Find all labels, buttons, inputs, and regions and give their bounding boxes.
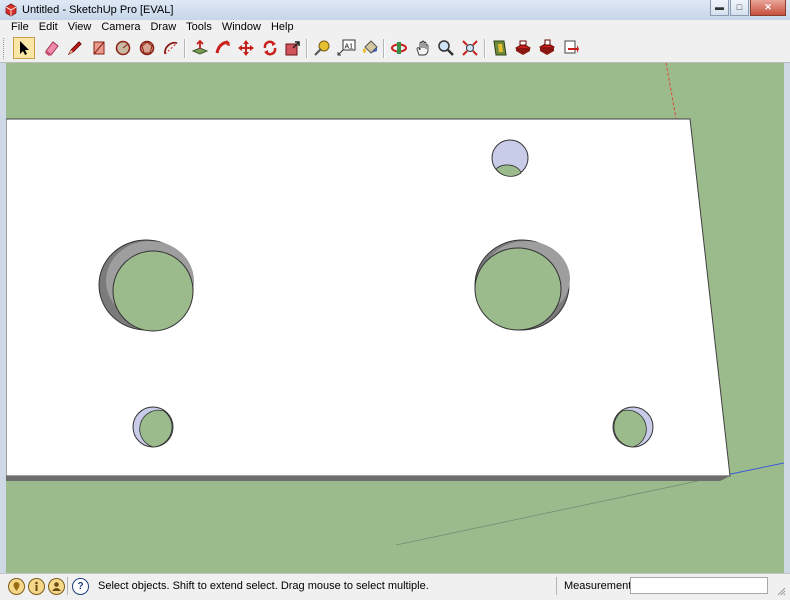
- sketchup-logo-icon: [5, 3, 17, 17]
- select-tool-button[interactable]: [13, 37, 35, 59]
- polygon-tool-button[interactable]: [136, 37, 158, 59]
- svg-text:A1: A1: [345, 44, 354, 51]
- circle-icon: [115, 40, 131, 56]
- close-button[interactable]: ✕: [750, 0, 786, 16]
- user-icon: [52, 582, 61, 591]
- maximize-button[interactable]: □: [730, 0, 749, 16]
- tape-measure-icon: [314, 40, 330, 56]
- menu-edit[interactable]: Edit: [34, 20, 63, 35]
- follow-me-icon: [215, 40, 230, 54]
- arc-icon: [164, 41, 178, 55]
- window-title: Untitled - SketchUp Pro [EVAL]: [22, 4, 174, 16]
- rotate-tool-button[interactable]: [259, 37, 281, 59]
- send-to-layout-tool-button[interactable]: [560, 37, 582, 59]
- rotate-icon: [263, 40, 277, 56]
- layout-icon: [564, 40, 579, 54]
- status-message: Select objects. Shift to extend select. …: [98, 580, 429, 592]
- menu-tools[interactable]: Tools: [181, 20, 217, 35]
- rectangle-tool-button[interactable]: [88, 37, 110, 59]
- model-canvas[interactable]: [6, 63, 784, 573]
- orbit-tool-button[interactable]: [388, 37, 410, 59]
- zoom-tool-button[interactable]: [435, 37, 457, 59]
- drawing-viewport[interactable]: [6, 63, 784, 573]
- pan-tool-button[interactable]: [412, 37, 434, 59]
- move-icon: [238, 40, 254, 56]
- menu-view[interactable]: View: [63, 20, 97, 35]
- measurements-input[interactable]: [630, 577, 768, 594]
- paint-bucket-tool-button[interactable]: [359, 37, 381, 59]
- geolocation-button[interactable]: [8, 578, 25, 595]
- line-tool-button[interactable]: [64, 37, 86, 59]
- share-model-tool-button[interactable]: [512, 37, 534, 59]
- hand-icon: [416, 40, 429, 56]
- maximize-icon: □: [736, 2, 743, 12]
- info-icon: [35, 581, 38, 591]
- circle-tool-button[interactable]: [112, 37, 134, 59]
- menu-window[interactable]: Window: [217, 20, 266, 35]
- zoom-extents-tool-button[interactable]: [459, 37, 481, 59]
- credits-button[interactable]: [28, 578, 45, 595]
- follow-me-tool-button[interactable]: [212, 37, 234, 59]
- status-bar: ? Select objects. Shift to extend select…: [0, 573, 790, 600]
- user-account-button[interactable]: [48, 578, 65, 595]
- tape-measure-tool-button[interactable]: [311, 37, 333, 59]
- share-model-icon: [514, 40, 532, 55]
- title-bar: Untitled - SketchUp Pro [EVAL] ▬ □ ✕: [0, 0, 790, 20]
- pencil-icon: [67, 41, 82, 56]
- large-hole-right[interactable]: [474, 239, 570, 331]
- eraser-icon: [45, 41, 59, 56]
- zoom-extents-icon: [462, 40, 478, 56]
- instructor-help-button[interactable]: ?: [72, 578, 89, 595]
- resize-grip-icon[interactable]: [776, 586, 786, 596]
- geo-location-icon: [13, 582, 20, 591]
- small-hole-bottom-right[interactable]: [612, 406, 654, 448]
- warehouse-tool-button[interactable]: [489, 37, 511, 59]
- arc-tool-button[interactable]: [160, 37, 182, 59]
- magnifier-icon: [438, 40, 454, 56]
- large-hole-left[interactable]: [98, 239, 194, 332]
- scale-tool-button[interactable]: [282, 37, 304, 59]
- small-hole-top[interactable]: [491, 139, 529, 177]
- menu-help[interactable]: Help: [266, 20, 299, 35]
- get-components-tool-button[interactable]: [536, 37, 558, 59]
- text-tool-button[interactable]: A1: [335, 37, 357, 59]
- arrow-pointer-icon: [20, 41, 29, 55]
- move-tool-button[interactable]: [235, 37, 257, 59]
- close-icon: ✕: [764, 2, 772, 12]
- polygon-icon: [139, 40, 155, 56]
- eraser-tool-button[interactable]: [41, 37, 63, 59]
- menu-draw[interactable]: Draw: [145, 20, 181, 35]
- text-label-icon: A1: [337, 39, 356, 56]
- components-icon: [538, 39, 556, 55]
- warehouse-icon: [493, 40, 507, 56]
- menu-bar: File Edit View Camera Draw Tools Window …: [0, 20, 790, 35]
- plate-front-edge: [6, 476, 730, 481]
- question-mark-icon: ?: [77, 581, 84, 592]
- minimize-icon: ▬: [715, 2, 724, 12]
- toolbar-grip[interactable]: [3, 38, 7, 59]
- measurements-label: Measurements: [564, 580, 637, 592]
- minimize-button[interactable]: ▬: [710, 0, 729, 16]
- scale-icon: [285, 41, 300, 56]
- menu-camera[interactable]: Camera: [96, 20, 145, 35]
- push-pull-tool-button[interactable]: [189, 37, 211, 59]
- toolbar: A1: [0, 35, 790, 63]
- rectangle-icon: [93, 41, 105, 55]
- small-hole-bottom-left[interactable]: [132, 406, 174, 448]
- push-pull-icon: [191, 39, 209, 55]
- paint-bucket-icon: [362, 40, 378, 54]
- orbit-icon: [391, 42, 407, 54]
- menu-file[interactable]: File: [0, 20, 34, 35]
